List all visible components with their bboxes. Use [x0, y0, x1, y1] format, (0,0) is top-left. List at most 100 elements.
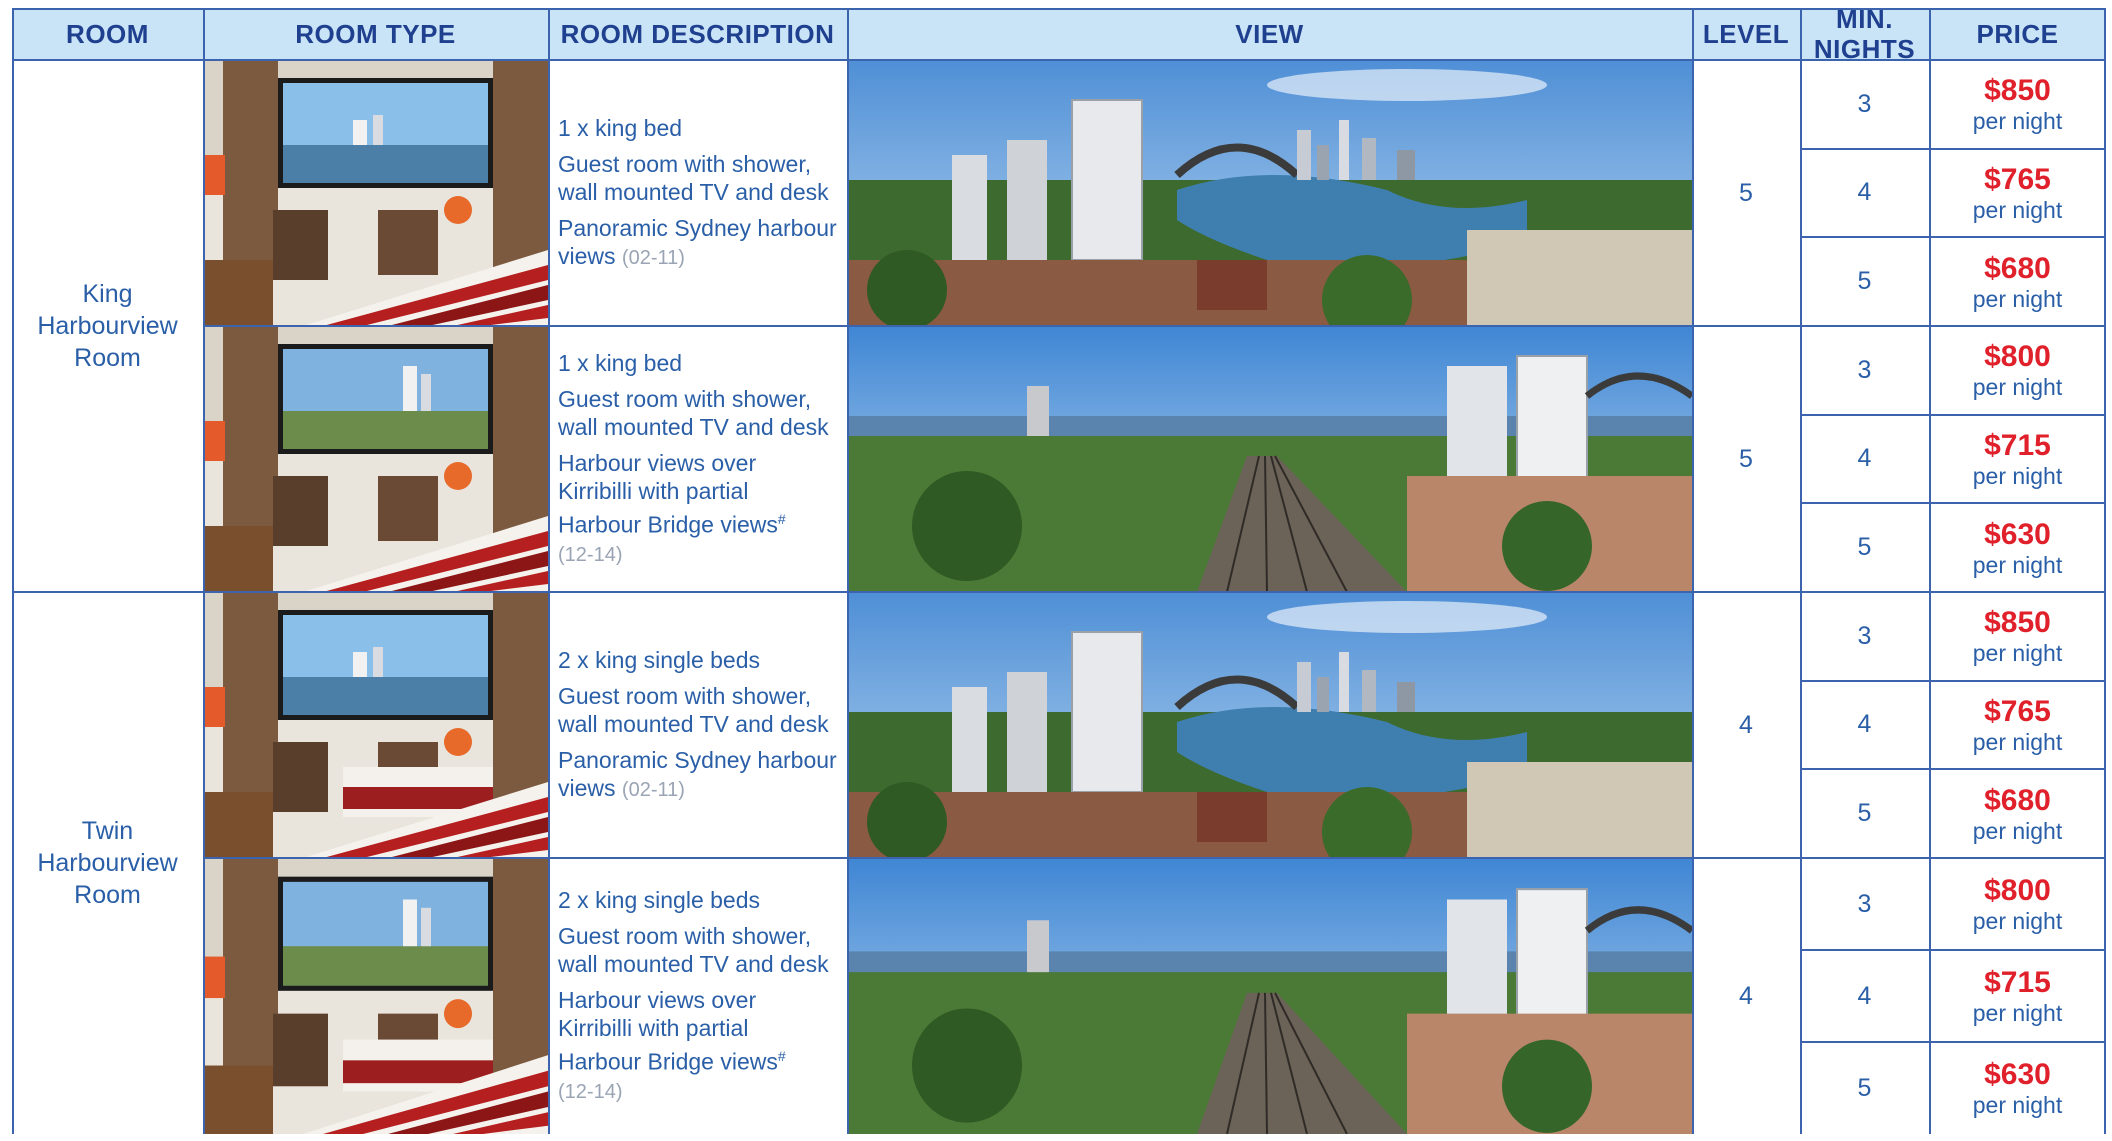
price-unit: per night	[1972, 640, 2063, 667]
price-unit: per night	[1972, 374, 2063, 401]
grid-line	[12, 8, 2106, 10]
price-amount: $800	[1984, 340, 2051, 374]
min-nights-value: 3	[1857, 889, 1872, 918]
price-amount: $800	[1984, 874, 2051, 907]
price-cell: $800 per night	[1929, 326, 2106, 415]
price-unit: per night	[1972, 728, 2063, 755]
grid-line	[1800, 325, 2106, 327]
header-level: LEVEL	[1692, 8, 1800, 60]
grid-line	[1800, 1041, 2106, 1043]
price-unit: per night	[1972, 462, 2063, 489]
price-amount: $630	[1984, 1058, 2051, 1091]
room-features: Guest room with shower, wall mounted TV a…	[558, 923, 829, 978]
grid-line	[1800, 8, 1802, 1134]
grid-line	[548, 8, 550, 1134]
min-nights-value: 3	[1857, 89, 1872, 118]
grid-line	[1800, 768, 2106, 770]
price-cell: $800 per night	[1929, 858, 2106, 950]
room-name-line: Harbourview	[37, 849, 178, 877]
min-nights-value: 5	[1857, 799, 1872, 828]
room-description: 2 x king single beds Guest room with show…	[548, 858, 847, 1134]
price-cell: $630 per night	[1929, 503, 2106, 592]
grid-line	[203, 325, 1800, 327]
price-cell: $715 per night	[1929, 950, 2106, 1042]
view-description: Harbour views over Kirribilli with partia…	[558, 987, 786, 1103]
price-cell: $680 per night	[1929, 769, 2106, 858]
price-cell: $630 per night	[1929, 1042, 2106, 1134]
room-features: Guest room with shower, wall mounted TV a…	[558, 683, 829, 737]
price-unit: per night	[1972, 1092, 2063, 1118]
min-nights-value: 3	[1857, 621, 1872, 650]
room-description: 1 x king bed Guest room with shower, wall …	[548, 60, 847, 326]
price-amount: $715	[1984, 966, 2051, 999]
room-type-photo	[203, 592, 548, 858]
room-description: 2 x king single beds Guest room with show…	[548, 592, 847, 858]
view-description: Panoramic Sydney harbour views (02-11)	[558, 747, 837, 801]
price-cell: $850 per night	[1929, 592, 2106, 681]
grid-line	[1929, 8, 1931, 1134]
bed-configuration: 2 x king single beds	[558, 887, 761, 914]
room-features: Guest room with shower, wall mounted TV a…	[558, 386, 829, 441]
price-unit: per night	[1972, 1000, 2063, 1026]
grid-line	[203, 857, 1800, 859]
header-price-label: PRICE	[1976, 19, 2059, 49]
grid-line	[1800, 148, 2106, 150]
grid-line	[1800, 949, 2106, 951]
price-unit: per night	[1972, 285, 2063, 312]
grid-line	[1800, 502, 2106, 504]
room-name-line: Twin	[81, 817, 134, 845]
room-type-photo	[203, 326, 548, 592]
price-amount: $850	[1984, 606, 2051, 640]
grid-line	[12, 8, 14, 1134]
bed-configuration: 1 x king bed	[558, 115, 683, 141]
grid-line	[1800, 857, 2106, 859]
room-type-photo	[203, 60, 548, 326]
min-nights-value: 4	[1857, 444, 1872, 473]
room-type-photo	[203, 858, 548, 1134]
room-level: 4	[1739, 981, 1753, 1010]
price-amount: $715	[1984, 428, 2051, 462]
price-cell: $765 per night	[1929, 681, 2106, 770]
header-price: PRICE	[1929, 8, 2106, 60]
grid-line	[1800, 680, 2106, 682]
price-cell: $715 per night	[1929, 415, 2106, 504]
min-nights-value: 3	[1857, 355, 1872, 384]
room-number-range: (12-14)	[558, 543, 623, 566]
price-amount: $765	[1984, 694, 2051, 728]
room-name-line: Harbourview	[37, 312, 178, 340]
header-min-nights: MIN. NIGHTS	[1800, 4, 1929, 64]
grid-line	[2104, 8, 2106, 1134]
grid-line	[1800, 591, 2106, 593]
header-room: ROOM	[12, 8, 203, 60]
room-name-king: King Harbourview Room	[12, 60, 203, 592]
view-description: Harbour views over Kirribilli with partia…	[558, 450, 786, 566]
view-photo	[847, 60, 1692, 326]
grid-line	[12, 591, 1800, 593]
header-level-label: LEVEL	[1702, 19, 1790, 49]
room-name-line: Room	[74, 344, 141, 372]
grid-line	[203, 8, 205, 1134]
price-cell: $680 per night	[1929, 237, 2106, 326]
header-view-label: VIEW	[1235, 19, 1304, 49]
min-nights-value: 4	[1857, 981, 1872, 1010]
room-name-line: King	[82, 280, 133, 308]
room-number-range: (02-11)	[621, 247, 685, 269]
grid-line	[1800, 414, 2106, 416]
view-description: Panoramic Sydney harbour views (02-11)	[558, 215, 837, 269]
room-level: 4	[1739, 710, 1753, 739]
header-room-description-label: ROOM DESCRIPTION	[560, 19, 835, 49]
view-photo	[847, 326, 1692, 592]
grid-line	[847, 8, 849, 1134]
header-room-type: ROOM TYPE	[203, 8, 548, 60]
header-room-label: ROOM	[66, 19, 149, 49]
price-unit: per night	[1972, 108, 2063, 135]
footnote-marker: #	[777, 511, 786, 528]
header-room-type-label: ROOM TYPE	[295, 19, 456, 49]
bed-configuration: 1 x king bed	[558, 350, 683, 377]
min-nights-value: 5	[1857, 533, 1872, 562]
grid-line	[12, 59, 2106, 61]
room-level: 5	[1739, 444, 1753, 473]
price-unit: per night	[1972, 551, 2063, 578]
room-number-range: (12-14)	[558, 1080, 623, 1103]
room-name-twin: Twin Harbourview Room	[12, 592, 203, 1134]
